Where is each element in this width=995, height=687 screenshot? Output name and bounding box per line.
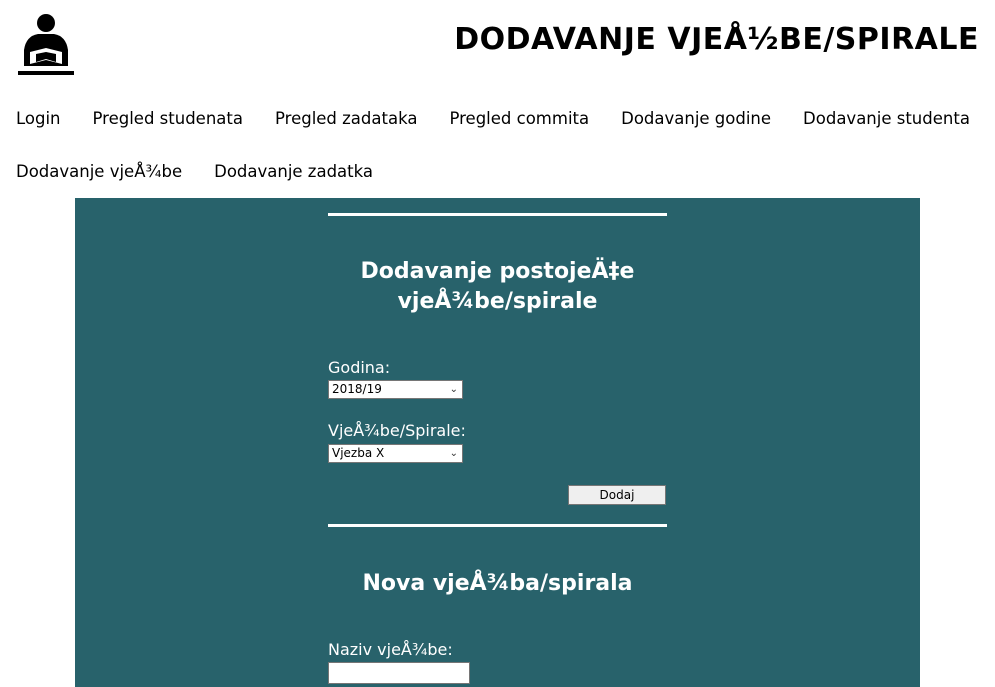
- chevron-down-icon: ⌄: [449, 384, 458, 395]
- nav-link-pregled-commita[interactable]: Pregled commita: [449, 108, 589, 130]
- exercise-select-value: Vjezba X: [332, 446, 385, 460]
- reader-icon: [16, 14, 76, 76]
- nav-link-dodavanje-vjezbe[interactable]: Dodavanje vjeÅ¾be: [16, 161, 182, 183]
- year-select[interactable]: 2018/19 ⌄: [328, 380, 463, 399]
- year-label: Godina:: [328, 358, 391, 377]
- exercise-name-label: Naziv vjeÅ¾be:: [328, 640, 453, 659]
- new-exercise-title: Nova vjeÅ¾ba/spirala: [362, 571, 633, 596]
- nav-link-pregled-zadataka[interactable]: Pregled zadataka: [275, 108, 417, 130]
- divider-top: [328, 213, 667, 216]
- year-select-value: 2018/19: [332, 382, 382, 396]
- content-panel: Dodavanje postojeÄ‡e vjeÅ¾be/spirale God…: [75, 198, 920, 687]
- nav-row-1: Login Pregled studenata Pregled zadataka…: [16, 108, 976, 161]
- add-existing-button[interactable]: Dodaj: [568, 485, 666, 505]
- existing-exercise-title-line2: vjeÅ¾be/spirale: [397, 289, 598, 314]
- divider-middle: [328, 524, 667, 527]
- exercise-select[interactable]: Vjezba X ⌄: [328, 444, 463, 463]
- nav-link-dodavanje-godine[interactable]: Dodavanje godine: [621, 108, 771, 130]
- existing-exercise-title-line1: Dodavanje postojeÄ‡e: [360, 259, 635, 284]
- exercise-name-input[interactable]: [328, 662, 470, 684]
- chevron-down-icon: ⌄: [449, 448, 458, 459]
- nav-link-pregled-studenata[interactable]: Pregled studenata: [93, 108, 243, 130]
- nav-link-dodavanje-zadatka[interactable]: Dodavanje zadatka: [214, 161, 373, 183]
- nav-link-dodavanje-studenta[interactable]: Dodavanje studenta: [803, 108, 970, 130]
- nav-link-login[interactable]: Login: [16, 108, 61, 130]
- exercise-label: VjeÅ¾be/Spirale:: [328, 421, 466, 440]
- page-title: DODAVANJE VJEÅ½BE/SPIRALE: [454, 22, 979, 57]
- existing-exercise-title: Dodavanje postojeÄ‡e vjeÅ¾be/spirale: [308, 257, 687, 317]
